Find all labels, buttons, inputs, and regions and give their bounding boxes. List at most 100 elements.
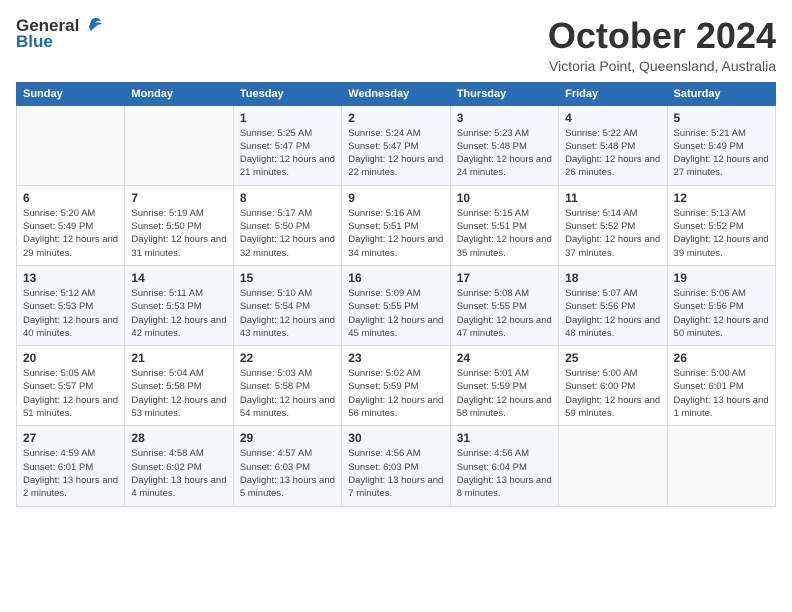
calendar-cell: 19 Sunrise: 5:06 AMSunset: 5:56 PMDayligh… [667,265,775,345]
day-info: Sunrise: 5:06 AMSunset: 5:56 PMDaylight:… [674,287,769,340]
calendar-cell: 24 Sunrise: 5:01 AMSunset: 5:59 PMDayligh… [450,346,558,426]
calendar-cell: 9Sunrise: 5:16 AMSunset: 5:51 PMDaylight… [342,185,450,265]
day-info: Sunrise: 5:25 AMSunset: 5:47 PMDaylight:… [240,127,335,180]
calendar-cell [125,105,233,185]
calendar-cell: 5 Sunrise: 5:21 AMSunset: 5:49 PMDaylight… [667,105,775,185]
calendar-cell: 2Sunrise: 5:24 AMSunset: 5:47 PMDaylight… [342,105,450,185]
day-info: Sunrise: 5:09 AMSunset: 5:55 PMDaylight:… [348,287,443,340]
calendar-week-row: 13Sunrise: 5:12 AMSunset: 5:53 PMDayligh… [17,265,776,345]
calendar-header-row: SundayMondayTuesdayWednesdayThursdayFrid… [17,82,776,105]
day-number: 28 [131,431,226,445]
day-number: 6 [23,191,118,205]
calendar-cell: 1 Sunrise: 5:25 AMSunset: 5:47 PMDaylight… [233,105,341,185]
title-block: October 2024 Victoria Point, Queensland,… [548,16,776,74]
day-info: Sunrise: 5:13 AMSunset: 5:52 PMDaylight:… [674,207,769,260]
day-number: 24 [457,351,552,365]
day-info: Sunrise: 4:56 AMSunset: 6:04 PMDaylight:… [457,447,552,500]
day-number: 21 [131,351,226,365]
day-info: Sunrise: 5:03 AMSunset: 5:58 PMDaylight:… [240,367,335,420]
day-info: Sunrise: 5:11 AMSunset: 5:53 PMDaylight:… [131,287,226,340]
day-number: 14 [131,271,226,285]
day-info: Sunrise: 5:21 AMSunset: 5:49 PMDaylight:… [674,127,769,180]
day-number: 19 [674,271,769,285]
calendar-cell: 7Sunrise: 5:19 AMSunset: 5:50 PMDaylight… [125,185,233,265]
day-number: 8 [240,191,335,205]
day-number: 29 [240,431,335,445]
day-number: 17 [457,271,552,285]
calendar-cell: 17 Sunrise: 5:08 AMSunset: 5:55 PMDayligh… [450,265,558,345]
day-number: 22 [240,351,335,365]
calendar-cell: 25Sunrise: 5:00 AMSunset: 6:00 PMDayligh… [559,346,667,426]
calendar-cell: 10 Sunrise: 5:15 AMSunset: 5:51 PMDayligh… [450,185,558,265]
page-header: General Blue October 2024 Victoria Point… [16,16,776,74]
calendar-cell: 31 Sunrise: 4:56 AMSunset: 6:04 PMDayligh… [450,426,558,506]
day-info: Sunrise: 5:20 AMSunset: 5:49 PMDaylight:… [23,207,118,260]
logo-bird-icon [81,17,103,35]
location-text: Victoria Point, Queensland, Australia [548,58,776,74]
day-number: 12 [674,191,769,205]
day-number: 11 [565,191,660,205]
logo: General Blue [16,16,103,52]
day-info: Sunrise: 4:57 AMSunset: 6:03 PMDaylight:… [240,447,335,500]
day-number: 1 [240,111,335,125]
calendar-cell [559,426,667,506]
day-info: Sunrise: 5:12 AMSunset: 5:53 PMDaylight:… [23,287,118,340]
calendar-cell: 27 Sunrise: 4:59 AMSunset: 6:01 PMDayligh… [17,426,125,506]
day-number: 20 [23,351,118,365]
day-info: Sunrise: 4:58 AMSunset: 6:02 PMDaylight:… [131,447,226,500]
column-header-monday: Monday [125,82,233,105]
calendar-cell: 22 Sunrise: 5:03 AMSunset: 5:58 PMDayligh… [233,346,341,426]
day-number: 4 [565,111,660,125]
day-number: 18 [565,271,660,285]
day-info: Sunrise: 5:00 AMSunset: 6:01 PMDaylight:… [674,367,769,420]
day-number: 5 [674,111,769,125]
day-info: Sunrise: 5:15 AMSunset: 5:51 PMDaylight:… [457,207,552,260]
day-number: 25 [565,351,660,365]
day-info: Sunrise: 5:23 AMSunset: 5:48 PMDaylight:… [457,127,552,180]
calendar-cell: 8 Sunrise: 5:17 AMSunset: 5:50 PMDaylight… [233,185,341,265]
calendar-cell: 16Sunrise: 5:09 AMSunset: 5:55 PMDayligh… [342,265,450,345]
day-info: Sunrise: 4:56 AMSunset: 6:03 PMDaylight:… [348,447,443,500]
day-info: Sunrise: 5:08 AMSunset: 5:55 PMDaylight:… [457,287,552,340]
month-title: October 2024 [548,16,776,56]
day-number: 2 [348,111,443,125]
column-header-thursday: Thursday [450,82,558,105]
calendar-cell: 4 Sunrise: 5:22 AMSunset: 5:48 PMDaylight… [559,105,667,185]
calendar-cell [17,105,125,185]
day-number: 27 [23,431,118,445]
day-number: 26 [674,351,769,365]
calendar-cell: 28 Sunrise: 4:58 AMSunset: 6:02 PMDayligh… [125,426,233,506]
day-number: 23 [348,351,443,365]
day-info: Sunrise: 5:14 AMSunset: 5:52 PMDaylight:… [565,207,660,260]
day-number: 3 [457,111,552,125]
day-info: Sunrise: 5:04 AMSunset: 5:58 PMDaylight:… [131,367,226,420]
calendar-week-row: 20 Sunrise: 5:05 AMSunset: 5:57 PMDayligh… [17,346,776,426]
calendar-week-row: 6 Sunrise: 5:20 AMSunset: 5:49 PMDaylight… [17,185,776,265]
day-info: Sunrise: 5:02 AMSunset: 5:59 PMDaylight:… [348,367,443,420]
calendar-cell: 12 Sunrise: 5:13 AMSunset: 5:52 PMDayligh… [667,185,775,265]
day-info: Sunrise: 5:05 AMSunset: 5:57 PMDaylight:… [23,367,118,420]
day-info: Sunrise: 5:07 AMSunset: 5:56 PMDaylight:… [565,287,660,340]
calendar-cell: 20 Sunrise: 5:05 AMSunset: 5:57 PMDayligh… [17,346,125,426]
day-number: 31 [457,431,552,445]
calendar-cell: 26 Sunrise: 5:00 AMSunset: 6:01 PMDayligh… [667,346,775,426]
day-info: Sunrise: 5:16 AMSunset: 5:51 PMDaylight:… [348,207,443,260]
day-info: Sunrise: 5:17 AMSunset: 5:50 PMDaylight:… [240,207,335,260]
day-number: 30 [348,431,443,445]
calendar-cell: 6 Sunrise: 5:20 AMSunset: 5:49 PMDaylight… [17,185,125,265]
calendar-cell: 15Sunrise: 5:10 AMSunset: 5:54 PMDayligh… [233,265,341,345]
day-info: Sunrise: 5:01 AMSunset: 5:59 PMDaylight:… [457,367,552,420]
column-header-wednesday: Wednesday [342,82,450,105]
day-number: 15 [240,271,335,285]
column-header-saturday: Saturday [667,82,775,105]
column-header-tuesday: Tuesday [233,82,341,105]
calendar-cell: 3 Sunrise: 5:23 AMSunset: 5:48 PMDaylight… [450,105,558,185]
calendar-cell: 13Sunrise: 5:12 AMSunset: 5:53 PMDayligh… [17,265,125,345]
calendar-week-row: 27 Sunrise: 4:59 AMSunset: 6:01 PMDayligh… [17,426,776,506]
day-info: Sunrise: 5:22 AMSunset: 5:48 PMDaylight:… [565,127,660,180]
logo-blue-text: Blue [16,32,53,52]
calendar-cell: 14 Sunrise: 5:11 AMSunset: 5:53 PMDayligh… [125,265,233,345]
day-info: Sunrise: 5:19 AMSunset: 5:50 PMDaylight:… [131,207,226,260]
day-info: Sunrise: 4:59 AMSunset: 6:01 PMDaylight:… [23,447,118,500]
day-number: 10 [457,191,552,205]
